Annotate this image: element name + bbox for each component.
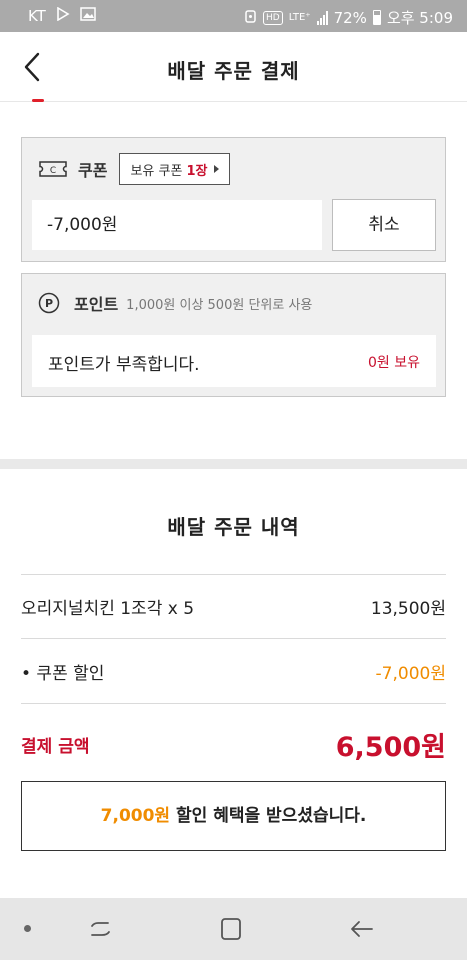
image-notification-icon [80,7,96,25]
owned-coupon-button[interactable]: 보유 쿠폰 1장 [119,153,231,185]
total-amount: 6,500원 [335,732,446,763]
points-insufficient-message: 포인트가 부족합니다. [48,355,200,375]
carrier-label: KT [28,7,46,25]
divider [21,638,446,639]
home-button[interactable] [216,914,246,944]
signal-icon [316,10,328,25]
points-input-panel: 포인트가 부족합니다. 0원 보유 [32,335,436,387]
coupon-discount-label: • 쿠폰 할인 [21,664,105,684]
battery-percent: 72% [333,8,367,27]
nav-hide-dot[interactable] [24,925,31,932]
total-label: 결제 금액 [21,737,90,757]
status-bar: KT HD LTE⁺ 72% 오후 5:09 [0,0,467,32]
caret-right-icon [214,165,220,173]
clock: 오후 5:09 [386,9,453,27]
benefit-text: 할인 혜택을 받으셨습니다. [170,806,367,826]
coupon-cancel-button[interactable]: 취소 [332,199,436,251]
benefit-amount: 7,000원 [100,806,171,826]
owned-coupon-count: 1장 [186,163,208,179]
order-item-price: 13,500원 [370,599,446,619]
owned-coupon-prefix: 보유 쿠폰 [130,163,183,179]
points-p-icon: P [38,292,60,314]
home-icon [221,918,241,940]
coupon-ticket-icon: C [39,161,67,177]
points-section: P 포인트 1,000원 이상 500원 단위로 사용 포인트가 부족합니다. … [21,273,446,397]
section-divider [0,459,467,469]
recent-apps-button[interactable] [86,914,116,944]
discount-benefit-banner: 7,000원 할인 혜택을 받으셨습니다. [21,781,446,851]
order-item-row: 오리지널치킨 1조각 x 5 13,500원 [21,591,446,619]
coupon-discount-amount: -7,000원 [375,664,446,684]
points-label: 포인트 [74,295,119,314]
battery-icon [372,10,381,25]
app-header: 배달 주문 결제 [0,32,467,102]
svg-text:C: C [50,166,56,176]
coupon-section: C 쿠폰 보유 쿠폰 1장 -7,000원 취소 [21,137,446,262]
divider [21,574,446,575]
page-title: 배달 주문 결제 [167,59,300,83]
recent-apps-icon [91,922,110,936]
play-store-icon [56,6,70,25]
order-item-name: 오리지널치킨 1조각 x 5 [21,599,195,619]
coupon-amount-field[interactable]: -7,000원 [32,200,322,250]
coupon-label: 쿠폰 [78,161,108,180]
system-nav-bar [0,898,467,960]
back-arrow-icon [351,921,373,937]
alarm-icon [244,9,257,27]
points-owned: 0원 보유 [368,355,420,371]
svg-text:P: P [45,297,53,310]
coupon-discount-row: • 쿠폰 할인 -7,000원 [21,656,446,684]
back-nav-button[interactable] [346,914,376,944]
points-usage-note: 1,000원 이상 500원 단위로 사용 [126,297,313,313]
order-details-title: 배달 주문 내역 [167,515,300,539]
scrolled-indicator [32,99,44,102]
network-type: LTE⁺ [288,11,311,23]
hd-voice-icon: HD [262,10,283,25]
divider [21,703,446,704]
